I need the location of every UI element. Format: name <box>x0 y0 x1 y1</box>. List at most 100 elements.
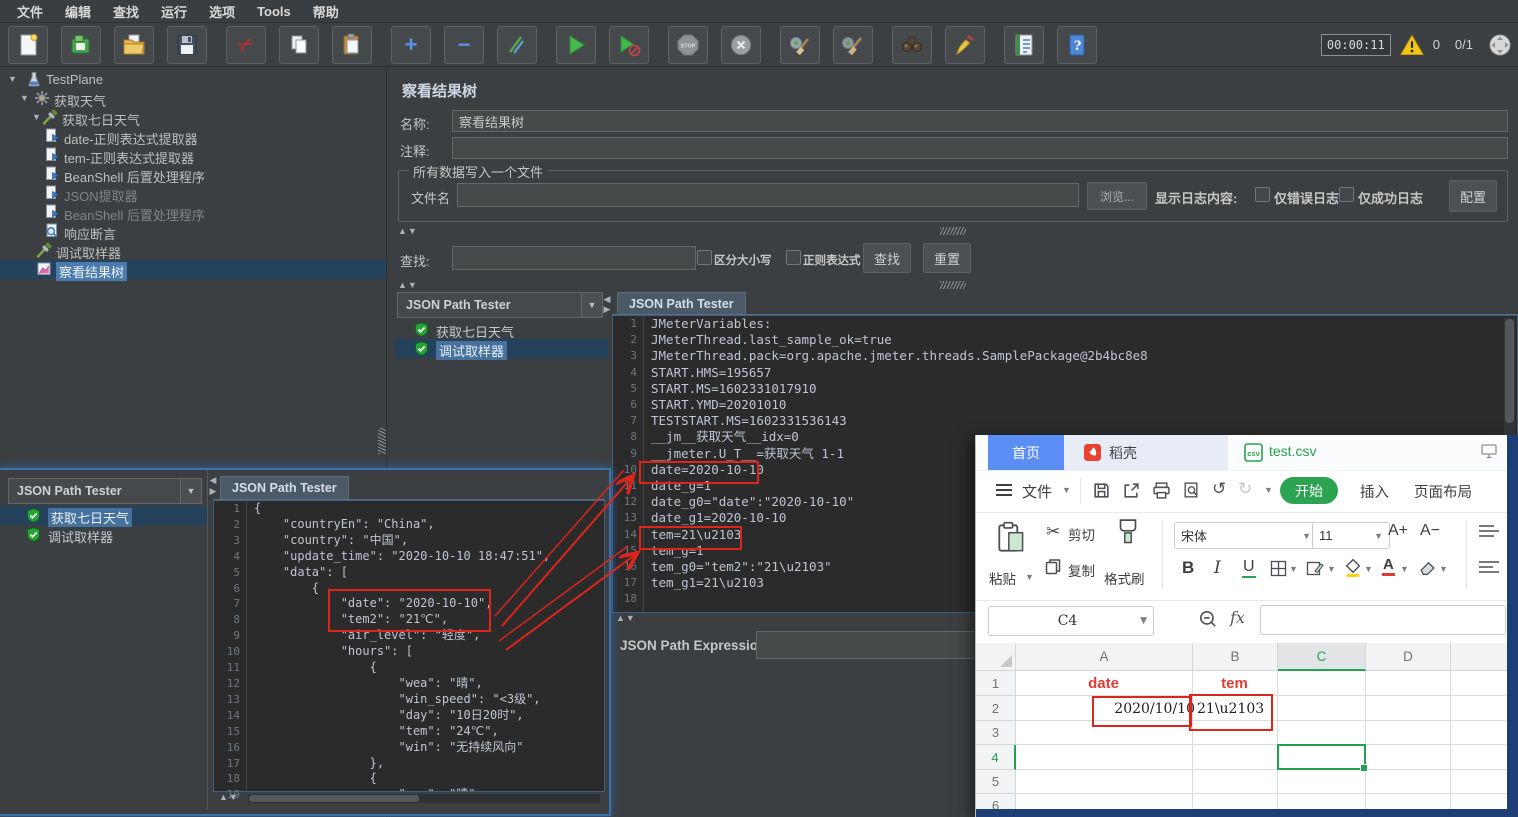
fill-color-button[interactable] <box>1344 558 1362 582</box>
column-header[interactable] <box>1451 643 1508 671</box>
select-all-corner[interactable] <box>976 643 1016 671</box>
clear-search-button[interactable] <box>945 25 985 64</box>
cut-button[interactable]: ✂ <box>226 25 266 64</box>
remote-start-icon[interactable] <box>1488 33 1512 57</box>
shrink-font-button[interactable]: A− <box>1420 522 1440 540</box>
paste-button[interactable] <box>332 25 372 64</box>
shutdown-button[interactable] <box>721 25 761 64</box>
new-file-button[interactable] <box>8 25 48 64</box>
row-header[interactable]: 4 <box>976 745 1016 770</box>
sample-item[interactable]: 调试取样器 <box>0 525 207 545</box>
sheet-cell[interactable] <box>1366 770 1451 794</box>
templates-button[interactable] <box>61 25 101 64</box>
fill-handle[interactable] <box>1360 764 1368 772</box>
find-button[interactable]: 查找 <box>863 243 911 273</box>
comment-input[interactable] <box>452 137 1508 159</box>
format-painter-icon[interactable] <box>1114 518 1142 555</box>
name-input[interactable]: 察看结果树 <box>452 110 1508 132</box>
sheet-cell[interactable] <box>1366 721 1451 745</box>
splitter-collapse-arrows[interactable]: ◀▶ <box>209 476 219 498</box>
sample-item[interactable]: 获取七日天气 <box>0 506 207 527</box>
tab-json-path-tester[interactable]: JSON Path Tester <box>220 476 349 500</box>
tree-expander-icon[interactable]: ▼ <box>20 93 29 103</box>
sheet-cell[interactable] <box>1451 770 1508 794</box>
sheet-cell[interactable] <box>1016 770 1193 794</box>
sheet-cell[interactable] <box>1278 770 1366 794</box>
browse-button[interactable]: 浏览... <box>1087 182 1147 210</box>
bold-button[interactable]: B <box>1182 558 1194 578</box>
align-left-icon[interactable] <box>1478 560 1500 579</box>
cut-icon[interactable]: ✂ <box>1046 522 1060 542</box>
configure-button[interactable]: 配置 <box>1449 180 1497 212</box>
ribbon-tab-insert[interactable]: 插入 <box>1360 481 1389 502</box>
cell-style-button[interactable] <box>1306 560 1324 582</box>
copy-icon[interactable] <box>1044 558 1062 581</box>
file-menu[interactable]: 文件 <box>1022 481 1052 502</box>
tree-item[interactable]: BeanShell 后置处理程序 <box>0 203 386 223</box>
start-no-timers-button[interactable] <box>609 25 649 64</box>
cell-value-B1[interactable]: tem <box>1193 671 1276 696</box>
filename-input[interactable] <box>457 183 1079 207</box>
search-input[interactable] <box>452 246 696 270</box>
add-button[interactable]: + <box>391 25 431 64</box>
clear-button[interactable] <box>780 25 820 64</box>
scrollbar-horizontal[interactable] <box>248 794 600 803</box>
tree-expander-icon[interactable]: ▼ <box>8 74 17 84</box>
row-header[interactable]: 2 <box>976 696 1016 721</box>
warning-icon[interactable] <box>1399 34 1424 56</box>
print-preview-icon[interactable] <box>1182 481 1201 505</box>
menu-item[interactable]: 查找 <box>102 1 150 22</box>
paste-label[interactable]: 粘贴 <box>989 568 1016 588</box>
column-header[interactable]: B <box>1193 643 1278 671</box>
tab-docer[interactable]: 稻壳 <box>1064 435 1228 470</box>
sheet-cell[interactable] <box>1366 745 1451 770</box>
formula-input[interactable] <box>1260 605 1506 635</box>
success-only-checkbox[interactable] <box>1339 187 1354 202</box>
row-header[interactable]: 1 <box>976 671 1016 696</box>
tree-item[interactable]: ▼ 获取天气 <box>0 89 386 109</box>
sample-item[interactable]: 获取七日天气 <box>395 320 608 340</box>
splitter-collapse-arrows[interactable]: ◀▶ <box>603 295 613 315</box>
name-box[interactable]: C4 ▼ <box>988 606 1154 636</box>
ribbon-tab-layout[interactable]: 页面布局 <box>1414 481 1472 502</box>
tree-item[interactable]: BeanShell 后置处理程序 <box>0 165 386 185</box>
grow-font-button[interactable]: A+ <box>1388 522 1408 540</box>
cut-label[interactable]: 剪切 <box>1068 524 1095 544</box>
sheet-cell[interactable] <box>1451 721 1508 745</box>
renderer-select[interactable]: JSON Path Tester ▼ <box>8 478 202 504</box>
save-icon[interactable] <box>1092 481 1111 505</box>
eraser-button[interactable] <box>1418 558 1437 581</box>
errors-only-checkbox[interactable] <box>1255 187 1270 202</box>
save-button[interactable] <box>167 25 207 64</box>
align-top-icon[interactable] <box>1478 524 1500 543</box>
tree-item[interactable]: JSON提取器 <box>0 184 386 204</box>
tree-item[interactable]: tem-正则表达式提取器 <box>0 146 386 166</box>
copy-label[interactable]: 复制 <box>1068 560 1095 580</box>
tab-json-path-tester[interactable]: JSON Path Tester <box>617 292 746 316</box>
splitter-collapse-arrows[interactable]: ▲▼ <box>219 792 239 802</box>
menu-item[interactable]: 文件 <box>6 1 54 22</box>
case-sensitive-checkbox[interactable] <box>697 250 712 265</box>
tree-item[interactable]: 察看结果树 <box>0 260 386 281</box>
tree-expander-icon[interactable]: ▼ <box>32 112 41 122</box>
hamburger-icon[interactable] <box>996 484 1012 486</box>
document-tab[interactable]: test.csv <box>1269 443 1316 459</box>
sheet-cell[interactable] <box>1278 696 1366 721</box>
renderer-select[interactable]: JSON Path Tester ▼ <box>397 292 603 318</box>
function-helper-button[interactable] <box>1004 25 1044 64</box>
subtract-button[interactable]: − <box>444 25 484 64</box>
search-button[interactable] <box>892 25 932 64</box>
sample-item[interactable]: 调试取样器 <box>395 339 608 360</box>
tab-home[interactable]: 首页 <box>988 435 1064 470</box>
row-header[interactable]: 3 <box>976 721 1016 745</box>
start-button[interactable] <box>556 25 596 64</box>
export-icon[interactable] <box>1122 481 1141 505</box>
monitor-icon[interactable] <box>1481 444 1497 464</box>
splitter-collapse-arrows[interactable]: ▲▼ <box>398 280 418 290</box>
sheet-cell[interactable] <box>1278 721 1366 745</box>
menu-item[interactable]: 选项 <box>198 1 246 22</box>
column-header[interactable]: C <box>1278 643 1366 671</box>
sheet-cell[interactable] <box>1366 671 1451 696</box>
json-response-view[interactable]: 1 2 3 4 5 6 7 8 9 10 11 12 13 14 15 16 17 18 19 { "country… <box>213 500 605 801</box>
column-header[interactable]: A <box>1016 643 1193 671</box>
